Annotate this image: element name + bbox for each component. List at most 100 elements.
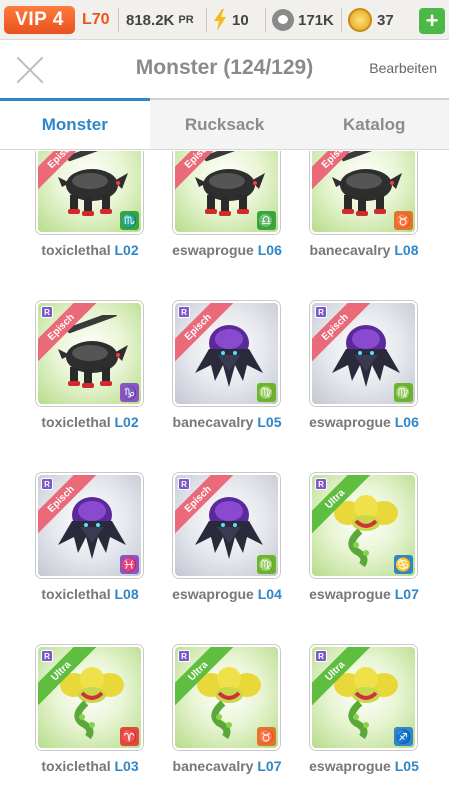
paw-icon [272, 9, 294, 31]
monster-card[interactable]: Ultra R ♐ eswaprogue L05 [309, 645, 449, 800]
zodiac-icon: ♉ [394, 211, 413, 230]
monster-name: banecavalry [309, 242, 391, 258]
zodiac-icon: ♍ [257, 383, 276, 402]
player-level: L70 [82, 11, 110, 28]
monster-label: banecavalry L08 [290, 242, 438, 258]
zodiac-icon: ♓ [120, 555, 139, 574]
monster-name: banecavalry [172, 414, 254, 430]
monster-level: L05 [394, 758, 419, 774]
monster-name: toxiclethal [41, 414, 111, 430]
monster-thumbnail[interactable]: Ultra R ♈ [36, 645, 143, 750]
r-badge: R [315, 650, 327, 662]
monster-level: L02 [114, 242, 139, 258]
monster-level: L06 [257, 242, 282, 258]
header: Monster (124/129) Bearbeiten [0, 40, 449, 98]
monster-name: toxiclethal [41, 758, 111, 774]
coins-value: 37 [377, 11, 394, 29]
lightning-icon [214, 9, 226, 31]
r-badge: R [315, 306, 327, 318]
monster-label: eswaprogue L04 [153, 586, 301, 602]
divider [206, 8, 207, 32]
monster-level: L07 [257, 758, 282, 774]
monster-name: eswaprogue [309, 586, 391, 602]
monster-level: L05 [257, 414, 282, 430]
zodiac-icon: ♍ [394, 383, 413, 402]
monster-card[interactable]: Episch R ♍ banecavalry L05 [173, 301, 313, 469]
monster-label: toxiclethal L02 [16, 414, 164, 430]
monster-level: L04 [257, 586, 282, 602]
r-badge: R [41, 478, 53, 490]
monster-thumbnail[interactable]: Ultra R ♐ [310, 645, 417, 750]
r-badge: R [178, 478, 190, 490]
monster-label: toxiclethal L03 [16, 758, 164, 774]
divider [265, 8, 266, 32]
r-badge: R [315, 478, 327, 490]
tab-bar: Monster Rucksack Katalog [0, 98, 449, 150]
monster-card[interactable]: Episch R ♍ eswaprogue L06 [309, 301, 449, 469]
power-number: 818.2K [126, 11, 175, 29]
monster-name: eswaprogue [172, 242, 254, 258]
zodiac-icon: ♎ [257, 211, 276, 230]
monster-level: L08 [394, 242, 419, 258]
tab-rucksack[interactable]: Rucksack [150, 100, 300, 149]
divider [341, 8, 342, 32]
monster-card[interactable]: EpischR♎ eswaprogue L06 [172, 151, 313, 297]
monster-card[interactable]: Ultra R ♈ toxiclethal L03 [36, 645, 176, 800]
monster-label: banecavalry L05 [153, 414, 301, 430]
monster-name: eswaprogue [309, 758, 391, 774]
status-bar: VIP 4 L70 818.2K PR 10 171K 37 + [0, 0, 449, 40]
monster-label: banecavalry L07 [153, 758, 301, 774]
monster-card[interactable]: EpischR♉ banecavalry L08 [310, 151, 449, 297]
monster-thumbnail[interactable]: Episch R ♑ [36, 301, 143, 406]
monster-level: L07 [394, 586, 419, 602]
r-badge: R [41, 306, 53, 318]
monster-thumbnail[interactable]: EpischR♎ [173, 151, 280, 234]
monster-thumbnail[interactable]: Ultra R ♋ [310, 473, 417, 578]
monster-label: eswaprogue L06 [153, 242, 301, 258]
r-badge: R [178, 650, 190, 662]
monster-level: L06 [394, 414, 419, 430]
zodiac-icon: ♋ [394, 555, 413, 574]
monster-level: L02 [114, 414, 139, 430]
divider [118, 8, 119, 32]
power-value: 818.2K PR [126, 0, 194, 40]
monster-thumbnail[interactable]: Episch R ♓ [36, 473, 143, 578]
energy-value: 10 [232, 11, 249, 29]
edit-button[interactable]: Bearbeiten [369, 40, 437, 96]
zodiac-icon: ♍ [257, 555, 276, 574]
monster-card[interactable]: Episch R ♑ toxiclethal L02 [36, 301, 176, 469]
add-coins-button[interactable]: + [419, 8, 445, 34]
monster-card[interactable]: EpischR♏ toxiclethal L02 [36, 151, 176, 297]
monster-thumbnail[interactable]: EpischR♉ [310, 151, 417, 234]
monster-thumbnail[interactable]: Episch R ♍ [173, 473, 280, 578]
zodiac-icon: ♑ [120, 383, 139, 402]
zodiac-icon: ♈ [120, 727, 139, 746]
monster-name: toxiclethal [41, 586, 111, 602]
monster-grid: EpischR♏ toxiclethal L02 EpischR♎ eswaprogu… [0, 151, 449, 800]
zodiac-icon: ♉ [257, 727, 276, 746]
monster-name: eswaprogue [172, 586, 254, 602]
monster-name: toxiclethal [41, 242, 111, 258]
monster-label: eswaprogue L07 [290, 586, 438, 602]
monster-label: eswaprogue L06 [290, 414, 438, 430]
monster-card[interactable]: Ultra R ♉ banecavalry L07 [173, 645, 313, 800]
tab-monster[interactable]: Monster [0, 98, 150, 149]
monster-thumbnail[interactable]: Episch R ♍ [310, 301, 417, 406]
monster-thumbnail[interactable]: Episch R ♍ [173, 301, 280, 406]
tab-katalog[interactable]: Katalog [299, 100, 449, 149]
food-value: 171K [298, 11, 334, 29]
monster-level: L08 [114, 586, 139, 602]
monster-name: banecavalry [172, 758, 254, 774]
r-badge: R [178, 306, 190, 318]
monster-card[interactable]: Episch R ♓ toxiclethal L08 [36, 473, 176, 641]
vip-badge[interactable]: VIP 4 [4, 6, 75, 34]
monster-label: eswaprogue L05 [290, 758, 438, 774]
monster-thumbnail[interactable]: Ultra R ♉ [173, 645, 280, 750]
zodiac-icon: ♐ [394, 727, 413, 746]
r-badge: R [41, 650, 53, 662]
monster-label: toxiclethal L02 [16, 242, 164, 258]
monster-card[interactable]: Episch R ♍ eswaprogue L04 [172, 473, 313, 641]
monster-thumbnail[interactable]: EpischR♏ [36, 151, 143, 234]
monster-label: toxiclethal L08 [16, 586, 164, 602]
monster-card[interactable]: Ultra R ♋ eswaprogue L07 [309, 473, 449, 641]
